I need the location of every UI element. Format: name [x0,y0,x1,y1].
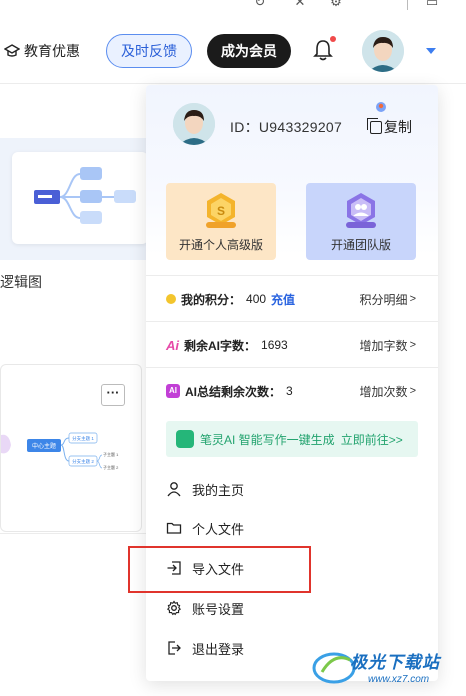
recharge-link[interactable]: 充值 [271,291,295,308]
gear-icon [166,600,182,616]
template-preview [12,152,148,244]
copy-label: 复制 [384,119,412,135]
ai-summary-label: AI总结剩余次数： [185,384,282,399]
user-id-text: ID：U943329207 [230,119,343,135]
edu-discount-link[interactable]: 教育优惠 [4,41,80,61]
ai-summary-row: AI AI总结剩余次数： 3 增加次数 > [146,367,438,413]
mindmap-sub-1-text: 子主题 1 [103,451,119,457]
personal-plan-card[interactable]: S 开通个人高级版 [166,183,276,260]
window-icon[interactable]: ▭ [424,0,440,10]
svg-text:S: S [217,204,225,218]
recent-file-card[interactable]: ··· 中心主题 分支主题 1 分支主题 2 子主题 1 子主题 2 [0,364,142,532]
menu-label: 我的主页 [192,482,245,498]
settings-icon[interactable]: ⚙ [328,0,344,10]
refresh-icon[interactable]: ↻ [252,0,268,10]
mindmap-preview: 中心主题 分支主题 1 分支主题 2 子主题 1 子主题 2 [1,432,119,470]
ai-summary-value: 3 [286,384,293,398]
user-avatar[interactable] [362,30,404,72]
mindmap-sub-2-text: 子主题 2 [103,464,119,470]
become-vip-button[interactable]: 成为会员 [207,34,291,68]
graduation-cap-icon [4,44,20,57]
personal-plan-label: 开通个人高级版 [178,238,263,252]
points-label: 我的积分： [181,292,242,307]
ai-words-label: 剩余AI字数： [184,338,257,353]
ai-summary-icon: AI [166,384,180,398]
mindmap-branch-2-text: 分支主题 2 [72,458,94,465]
feedback-button[interactable]: 及时反馈 [106,34,192,68]
menu-label: 个人文件 [192,521,245,537]
folder-icon [166,522,182,534]
points-row: 我的积分： 400 充值 积分明细 > [146,275,438,321]
points-detail-link[interactable]: 积分明细 > [360,276,416,322]
add-words-label: 增加字数 [359,338,408,353]
avatar-image [173,103,215,145]
team-plan-card[interactable]: 开通团队版 [306,183,416,260]
coin-icon [166,294,176,304]
logic-diagram-preview [34,167,136,224]
app-header: 教育优惠 及时反馈 成为会员 [0,14,466,84]
location-pin-icon [376,102,386,112]
ai-icon: Ai [166,337,179,353]
chevron-down-icon[interactable] [426,48,436,54]
points-value: 400 [246,292,267,306]
mindmap-center-text: 中心主题 [32,442,56,450]
team-badge-icon [346,193,376,228]
promo-banner[interactable]: 笔灵AI 智能写作一键生成 立即前往>> [166,421,418,457]
panel-avatar [173,103,215,145]
team-plan-label: 开通团队版 [330,238,391,252]
copy-id-button[interactable]: 复制 [367,117,412,137]
add-times-link[interactable]: 增加次数 > [360,368,416,414]
watermark-text: 极光下载站 [350,653,440,672]
ai-words-value: 1693 [261,338,288,352]
ai-words-row: Ai 剩余AI字数： 1693 增加字数 > [146,321,438,367]
mindmap-branch-1-text: 分支主题 1 [72,435,94,442]
bilingai-logo-icon [176,430,194,448]
edu-discount-label: 教育优惠 [24,43,80,59]
gold-badge-icon: S [206,193,236,228]
watermark-url: www.xz7.com [368,674,430,685]
promo-cta: 立即前往>> [340,432,403,447]
menu-label: 退出登录 [192,641,245,657]
template-card-logic[interactable] [0,138,148,260]
menu-account-settings[interactable]: 账号设置 [166,596,416,620]
points-detail-label: 积分明细 [359,292,408,307]
template-card-label: 逻辑图 [0,274,42,290]
strip-divider [407,0,408,10]
promo-text: 笔灵AI 智能写作一键生成 [200,432,335,447]
avatar-image [362,30,404,72]
copy-icon [367,117,382,134]
divider [0,533,146,534]
notification-dot [330,36,336,42]
menu-my-homepage[interactable]: 我的主页 [166,477,416,501]
user-icon [167,482,181,497]
menu-personal-files[interactable]: 个人文件 [166,516,416,540]
browser-toolbar-strip: ↻ ✕ ⚙ ▭ [0,0,466,14]
add-words-link[interactable]: 增加字数 > [360,322,416,368]
menu-label: 账号设置 [192,601,245,617]
logout-icon [168,641,181,655]
add-times-label: 增加次数 [359,384,408,399]
highlight-annotation [128,546,311,593]
pin-icon[interactable]: ✕ [292,0,308,10]
